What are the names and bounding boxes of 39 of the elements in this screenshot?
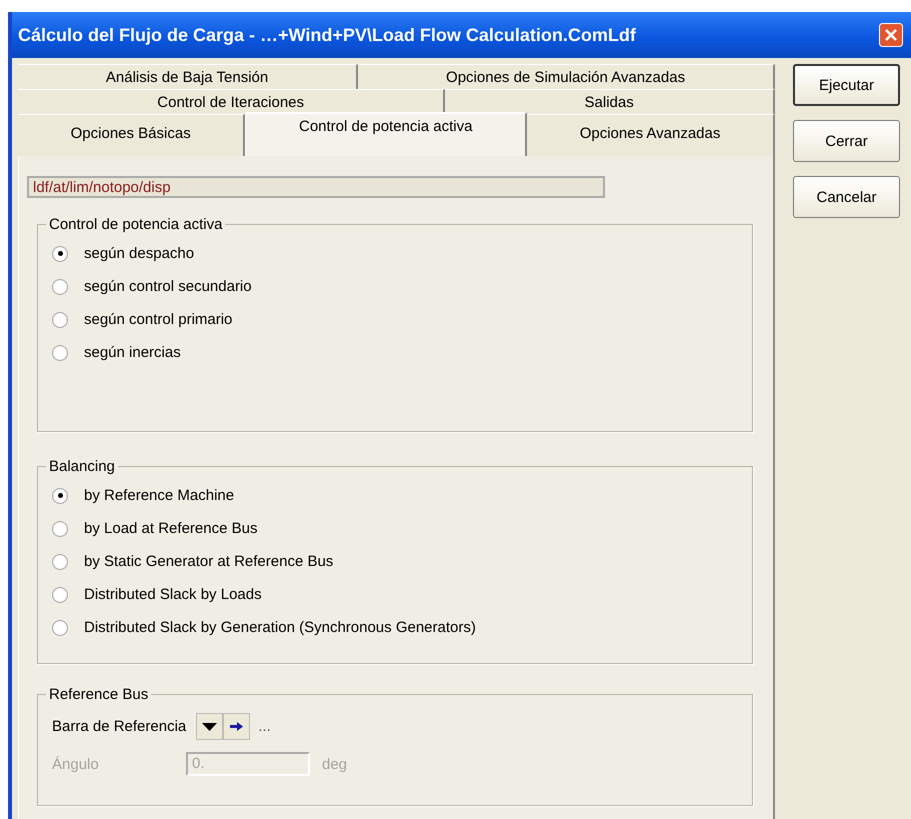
tab[interactable]: Opciones Avanzadas	[527, 114, 775, 156]
radio-label: según inercias	[84, 344, 181, 361]
close-icon[interactable]	[879, 23, 903, 47]
tab[interactable]: Control de Iteraciones	[18, 89, 446, 114]
dialog-button[interactable]: Cerrar	[793, 120, 900, 162]
path-field: ldf/at/lim/notopo/disp	[27, 176, 605, 198]
group-title: Control de potencia activa	[48, 216, 224, 233]
radio-button[interactable]	[52, 278, 68, 294]
tab[interactable]: Opciones de Simulación Avanzadas	[358, 64, 775, 89]
field-label: Ángulo	[52, 756, 100, 772]
radio-button[interactable]	[52, 344, 68, 360]
field-label: Barra de Referencia	[52, 718, 186, 734]
radio-button[interactable]	[52, 620, 68, 636]
dialog-button[interactable]: Cancelar	[793, 176, 900, 218]
radio-label: by Static Generator at Reference Bus	[84, 553, 334, 570]
tab[interactable]: Control de potencia activa	[245, 112, 528, 156]
radio-label: by Reference Machine	[84, 487, 234, 504]
radio-label: según control primario	[84, 311, 232, 328]
tab[interactable]: Opciones Básicas	[18, 114, 246, 156]
radio-label: Distributed Slack by Loads	[84, 586, 262, 603]
tab[interactable]: Análisis de Baja Tensión	[18, 64, 358, 89]
window-title: Cálculo del Flujo de Carga - …+Wind+PV\Load Flow Calculation.ComLdf	[18, 24, 636, 46]
dialog-button[interactable]: Ejecutar	[793, 64, 900, 106]
radio-button[interactable]	[52, 488, 68, 504]
radio-label: según despacho	[84, 245, 194, 262]
arrow-right-icon[interactable]	[223, 712, 250, 740]
radio-button[interactable]	[52, 554, 68, 570]
radio-button[interactable]	[52, 586, 68, 602]
radio-button[interactable]	[52, 246, 68, 262]
field-value: ...	[258, 718, 271, 734]
radio-label: Distributed Slack by Generation (Synchronous Generators)	[84, 619, 476, 636]
group-title: Balancing	[48, 458, 116, 475]
radio-button[interactable]	[52, 520, 68, 536]
radio-label: by Load at Reference Bus	[84, 520, 258, 537]
tab[interactable]: Salidas	[445, 89, 776, 114]
unit-label: deg	[322, 756, 348, 772]
group-title: Reference Bus	[48, 686, 150, 703]
radio-label: según control secundario	[84, 278, 252, 295]
radio-button[interactable]	[52, 312, 68, 328]
